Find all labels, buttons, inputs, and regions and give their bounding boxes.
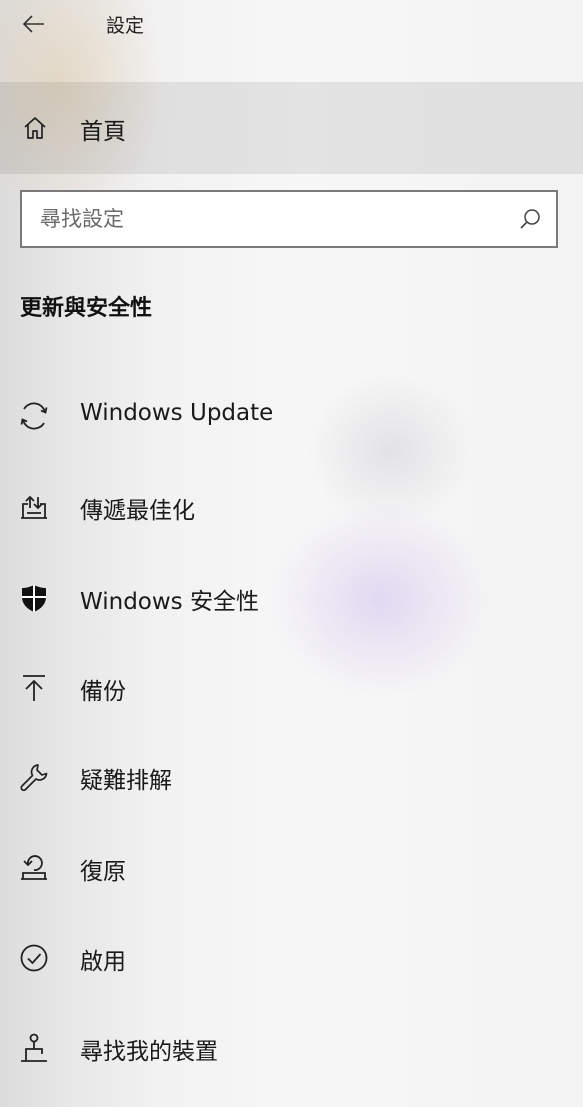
search-icon[interactable] (518, 207, 542, 231)
sidebar-item-label: 傳遞最佳化 (80, 498, 195, 524)
sidebar-item-delivery-optimization[interactable]: 傳遞最佳化 (0, 467, 583, 547)
check-circle-icon (20, 944, 48, 972)
home-icon (24, 117, 46, 139)
find-device-icon (21, 1033, 47, 1062)
search-input[interactable] (40, 200, 500, 238)
backup-upload-icon (23, 675, 45, 701)
shield-icon (22, 585, 46, 612)
sidebar-item-label: 疑難排解 (80, 768, 172, 794)
window-title: 設定 (106, 15, 145, 37)
nav-home-label: 首頁 (80, 119, 126, 145)
back-arrow-icon (22, 15, 44, 33)
sidebar-item-troubleshoot[interactable]: 疑難排解 (0, 737, 583, 817)
sync-icon (20, 402, 48, 430)
sidebar-item-recovery[interactable]: 復原 (0, 828, 583, 908)
back-button[interactable] (14, 8, 54, 40)
search-box[interactable] (20, 190, 558, 248)
sidebar-item-windows-update[interactable]: Windows Update (0, 376, 583, 456)
title-bar: 設定 (0, 0, 583, 48)
sidebar-item-label: 備份 (80, 679, 126, 705)
recovery-icon (21, 855, 47, 880)
delivery-optimization-icon (21, 495, 47, 519)
sidebar-item-activation[interactable]: 啟用 (0, 918, 583, 998)
wrench-icon (20, 764, 48, 791)
sidebar-item-label: Windows Update (80, 400, 274, 426)
sidebar-item-label: 尋找我的裝置 (80, 1039, 218, 1065)
sidebar-item-backup[interactable]: 備份 (0, 648, 583, 728)
nav-home[interactable]: 首頁 (0, 82, 583, 174)
sidebar-item-windows-security[interactable]: Windows 安全性 (0, 558, 583, 638)
sidebar-item-label: 復原 (80, 859, 126, 885)
section-heading: 更新與安全性 (20, 296, 153, 321)
sidebar-item-label: 啟用 (80, 949, 126, 975)
sidebar-item-label: Windows 安全性 (80, 589, 259, 615)
sidebar-item-find-my-device[interactable]: 尋找我的裝置 (0, 1008, 583, 1088)
